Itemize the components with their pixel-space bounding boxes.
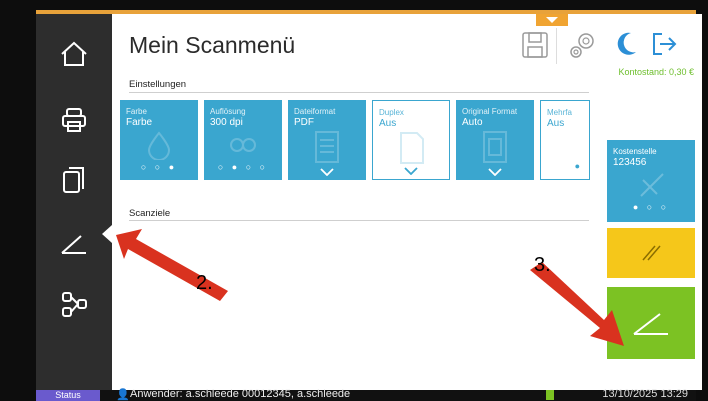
chevron-down-icon (373, 167, 449, 175)
resolution-icon (230, 138, 256, 152)
cost-center-tile[interactable]: Kostenstelle 123456 ● ○ ○ (607, 140, 695, 222)
annotation-arrow-2 (116, 229, 228, 301)
tile-duplex[interactable]: Duplex Aus (372, 100, 450, 180)
tile-value: PDF (294, 117, 314, 128)
sidebar-item-workflow[interactable] (36, 276, 112, 332)
home-icon (61, 41, 87, 66)
cost-center-indicator: ● ○ ○ (632, 202, 670, 212)
scan-icon (633, 313, 668, 335)
header-divider (556, 28, 557, 64)
status-tab[interactable]: Status (36, 390, 100, 401)
user-info: Anwender: a.schleede 00012345, a.schleed… (130, 388, 351, 400)
tile-indicator: ○ ○ ● (140, 162, 178, 172)
tile-multi-page[interactable]: Mehrfa Aus ● (540, 100, 590, 180)
annotation-label-2: 2. (196, 272, 213, 294)
droplet-icon (147, 131, 171, 160)
tile-indicator: ○ ● ○ ○ (217, 162, 269, 172)
sidebar-item-scan[interactable] (36, 216, 112, 272)
tile-label: Auflösung (210, 107, 246, 116)
sidebar-item-print[interactable] (36, 92, 112, 148)
scan-targets-divider (129, 220, 589, 221)
tile-file-format[interactable]: Dateiformat PDF (288, 100, 366, 180)
account-balance: Kontostand: 0,30 € (618, 67, 694, 77)
date-time: 13/10/2025 13:29 (602, 388, 688, 400)
tile-label: Duplex (379, 108, 404, 117)
settings-gear-icon[interactable] (566, 28, 600, 62)
page-title: Mein Scanmenü (129, 32, 296, 58)
tile-label: Dateiformat (294, 107, 336, 116)
tile-value: Aus (547, 118, 565, 129)
tile-label: Mehrfa (547, 108, 572, 117)
tile-resolution[interactable]: Auflösung 300 dpi ○ ● ○ ○ (204, 100, 282, 180)
duplex-page-icon (400, 132, 424, 164)
tile-color[interactable]: Farbe Farbe ○ ○ ● (120, 100, 198, 180)
document-icon (315, 131, 339, 163)
tile-indicator: ● (574, 161, 583, 171)
printer-icon (62, 108, 86, 132)
tile-label: Original Format (462, 107, 518, 116)
tile-label: Farbe (126, 107, 147, 116)
network-status-icon (546, 390, 554, 400)
cost-center-label: Kostenstelle (613, 147, 657, 156)
page-format-icon (483, 131, 507, 163)
tile-value: 300 dpi (210, 117, 243, 128)
cost-center-icon (640, 173, 664, 197)
tile-value: Aus (379, 118, 397, 129)
cost-center-value: 123456 (613, 157, 647, 168)
slash-icon (642, 245, 661, 261)
chevron-down-icon (288, 168, 366, 176)
sidebar-item-copy[interactable] (36, 152, 112, 208)
workflow-icon (62, 292, 87, 317)
save-icon[interactable] (520, 30, 550, 60)
scan-targets-section-label: Scanziele (129, 208, 171, 219)
chevron-down-icon (456, 168, 534, 176)
settings-section-label: Einstellungen (129, 79, 187, 90)
night-mode-moon-icon[interactable] (614, 30, 640, 58)
tile-value: Auto (462, 117, 483, 128)
tile-original-format[interactable]: Original Format Auto (456, 100, 534, 180)
copy-icon (63, 167, 84, 193)
annotation-label-3: 3. (534, 254, 551, 276)
settings-divider (129, 92, 589, 93)
status-bar: Status 👤 Anwender: a.schleede 00012345, … (36, 388, 696, 401)
tile-value: Farbe (126, 117, 153, 128)
logout-icon[interactable] (650, 31, 678, 57)
user-icon: 👤 (116, 389, 130, 401)
collapse-tab[interactable] (536, 14, 568, 26)
sidebar (36, 14, 112, 390)
sidebar-item-home[interactable] (36, 26, 112, 82)
scan-icon (61, 235, 86, 254)
